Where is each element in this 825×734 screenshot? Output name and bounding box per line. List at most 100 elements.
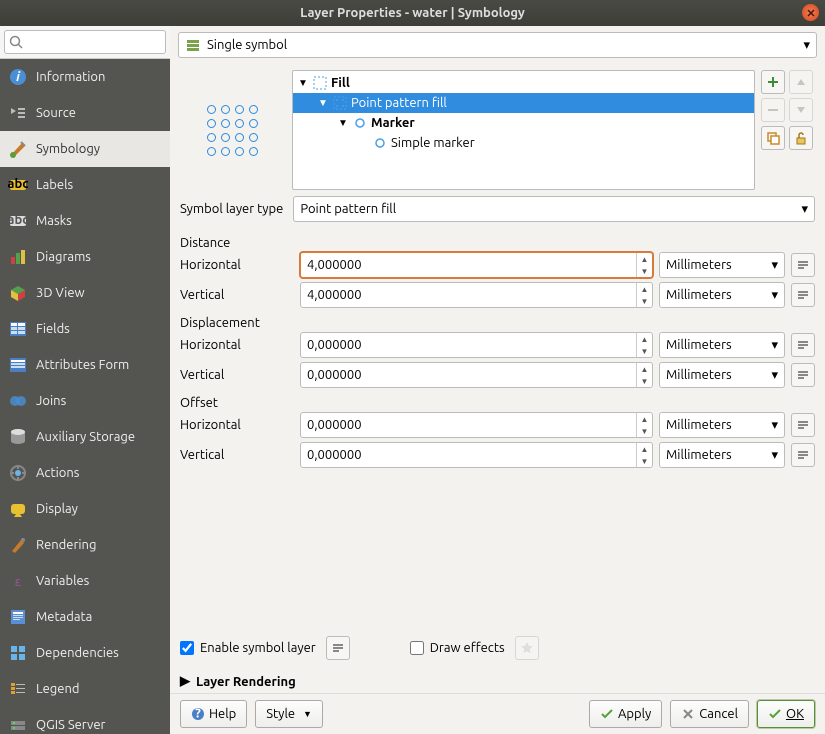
add-symbol-layer-button[interactable] (761, 70, 785, 94)
distance_v-input[interactable] (301, 283, 636, 307)
duplicate-icon (766, 131, 780, 145)
spin-down-icon[interactable]: ▼ (637, 455, 652, 467)
distance_h-input[interactable] (301, 253, 636, 277)
displacement_h-data-defined-button[interactable] (791, 333, 815, 357)
spin-down-icon[interactable]: ▼ (637, 265, 652, 277)
displacement_v-input[interactable] (301, 363, 636, 387)
sidebar-item-label: Symbology (36, 142, 100, 156)
displacement_h-unit-combo[interactable]: Millimeters▾ (659, 332, 785, 358)
spin-up-icon[interactable]: ▲ (637, 443, 652, 455)
window-close-button[interactable] (802, 4, 819, 21)
sidebar: iInformationSourceSymbologyabcLabelsabcM… (0, 26, 170, 734)
apply-button[interactable]: Apply (589, 700, 662, 728)
3dview-icon (8, 283, 28, 303)
tree-row[interactable]: ▼Fill (293, 73, 754, 93)
sidebar-item-display[interactable]: Display (0, 491, 170, 527)
offset_h-unit-combo[interactable]: Millimeters▾ (659, 412, 785, 438)
draw-effects-config-button[interactable] (515, 636, 539, 660)
tree-item-label: Simple marker (391, 136, 475, 150)
sidebar-item-metadata[interactable]: Metadata (0, 599, 170, 635)
ok-button[interactable]: OK (757, 700, 815, 728)
offset_v-input[interactable] (301, 443, 636, 467)
sidebar-item-qgis-server[interactable]: QGIS Server (0, 707, 170, 734)
lock-symbol-layer-button[interactable] (789, 126, 813, 150)
draw-effects-check[interactable]: Draw effects (410, 641, 505, 655)
enable-symbol-layer-check[interactable]: Enable symbol layer (180, 641, 316, 655)
displacement_v-unit-combo[interactable]: Millimeters▾ (659, 362, 785, 388)
draw-effects-checkbox[interactable] (410, 641, 424, 655)
window-title: Layer Properties - water | Symbology (300, 6, 525, 20)
layer-rendering-expander[interactable]: ▶ Layer Rendering (170, 670, 825, 693)
sidebar-item-actions[interactable]: Actions (0, 455, 170, 491)
offset_v-unit-combo[interactable]: Millimeters▾ (659, 442, 785, 468)
spin-up-icon[interactable]: ▲ (637, 283, 652, 295)
distance_v-unit-combo[interactable]: Millimeters▾ (659, 282, 785, 308)
sidebar-item-auxiliary-storage[interactable]: Auxiliary Storage (0, 419, 170, 455)
enable-layer-data-defined-button[interactable] (326, 636, 350, 660)
tree-item-label: Marker (371, 116, 415, 130)
displacement_h-label: Horizontal (180, 338, 294, 352)
sidebar-item-labels[interactable]: abcLabels (0, 167, 170, 203)
distance_v-spinbox[interactable]: ▲▼ (300, 282, 653, 308)
sidebar-item-3d-view[interactable]: 3D View (0, 275, 170, 311)
tree-row[interactable]: ▼Point pattern fill (293, 93, 754, 113)
sidebar-item-joins[interactable]: Joins (0, 383, 170, 419)
spin-down-icon[interactable]: ▼ (637, 375, 652, 387)
sidebar-item-label: Fields (36, 322, 70, 336)
sidebar-item-rendering[interactable]: Rendering (0, 527, 170, 563)
spin-up-icon[interactable]: ▲ (637, 333, 652, 345)
distance_h-unit-combo[interactable]: Millimeters▾ (659, 252, 785, 278)
sidebar-item-fields[interactable]: Fields (0, 311, 170, 347)
spin-down-icon[interactable]: ▼ (637, 425, 652, 437)
displacement_h-spinbox[interactable]: ▲▼ (300, 332, 653, 358)
chevron-down-icon: ▾ (771, 418, 778, 433)
sidebar-item-legend[interactable]: Legend (0, 671, 170, 707)
sidebar-item-symbology[interactable]: Symbology (0, 131, 170, 167)
symbol-layer-tree[interactable]: ▼Fill▼Point pattern fill▼MarkerSimple ma… (292, 70, 755, 190)
spin-up-icon[interactable]: ▲ (637, 253, 652, 265)
displacement_v-data-defined-button[interactable] (791, 363, 815, 387)
symbol-layer-type-combo[interactable]: Point pattern fill ▾ (293, 196, 815, 222)
sidebar-item-information[interactable]: iInformation (0, 59, 170, 95)
data-defined-icon (331, 641, 345, 655)
cancel-button[interactable]: Cancel (670, 700, 749, 728)
move-up-button[interactable] (789, 70, 813, 94)
distance_v-label: Vertical (180, 288, 294, 302)
sidebar-item-source[interactable]: Source (0, 95, 170, 131)
spin-down-icon[interactable]: ▼ (637, 295, 652, 307)
sidebar-item-attributes-form[interactable]: Attributes Form (0, 347, 170, 383)
tree-row[interactable]: ▼Marker (293, 113, 754, 133)
spin-up-icon[interactable]: ▲ (637, 413, 652, 425)
check-icon (600, 707, 614, 721)
sidebar-item-masks[interactable]: abcMasks (0, 203, 170, 239)
remove-symbol-layer-button[interactable] (761, 98, 785, 122)
enable-symbol-layer-checkbox[interactable] (180, 641, 194, 655)
distance_v-data-defined-button[interactable] (791, 283, 815, 307)
sidebar-item-variables[interactable]: εVariables (0, 563, 170, 599)
distance_h-data-defined-button[interactable] (791, 253, 815, 277)
svg-text:abc: abc (8, 213, 28, 227)
spin-down-icon[interactable]: ▼ (637, 345, 652, 357)
offset_v-spinbox[interactable]: ▲▼ (300, 442, 653, 468)
offset_h-data-defined-button[interactable] (791, 413, 815, 437)
spin-up-icon[interactable]: ▲ (637, 363, 652, 375)
symbol-mode-combo[interactable]: Single symbol ▾ (178, 32, 817, 58)
tree-expand-icon: ▼ (317, 97, 329, 109)
displacement_h-input[interactable] (301, 333, 636, 357)
data-defined-icon (796, 288, 810, 302)
masks-icon: abc (8, 211, 28, 231)
help-button[interactable]: ? Help (180, 700, 247, 728)
search-input[interactable] (4, 30, 166, 54)
sidebar-item-diagrams[interactable]: Diagrams (0, 239, 170, 275)
offset_h-spinbox[interactable]: ▲▼ (300, 412, 653, 438)
distance_h-spinbox[interactable]: ▲▼ (300, 252, 653, 278)
offset_v-data-defined-button[interactable] (791, 443, 815, 467)
offset_v-label: Vertical (180, 448, 294, 462)
tree-row[interactable]: Simple marker (293, 133, 754, 153)
move-down-button[interactable] (789, 98, 813, 122)
duplicate-symbol-layer-button[interactable] (761, 126, 785, 150)
sidebar-item-dependencies[interactable]: Dependencies (0, 635, 170, 671)
displacement_v-spinbox[interactable]: ▲▼ (300, 362, 653, 388)
offset_h-input[interactable] (301, 413, 636, 437)
style-button[interactable]: Style ▼ (255, 700, 323, 728)
